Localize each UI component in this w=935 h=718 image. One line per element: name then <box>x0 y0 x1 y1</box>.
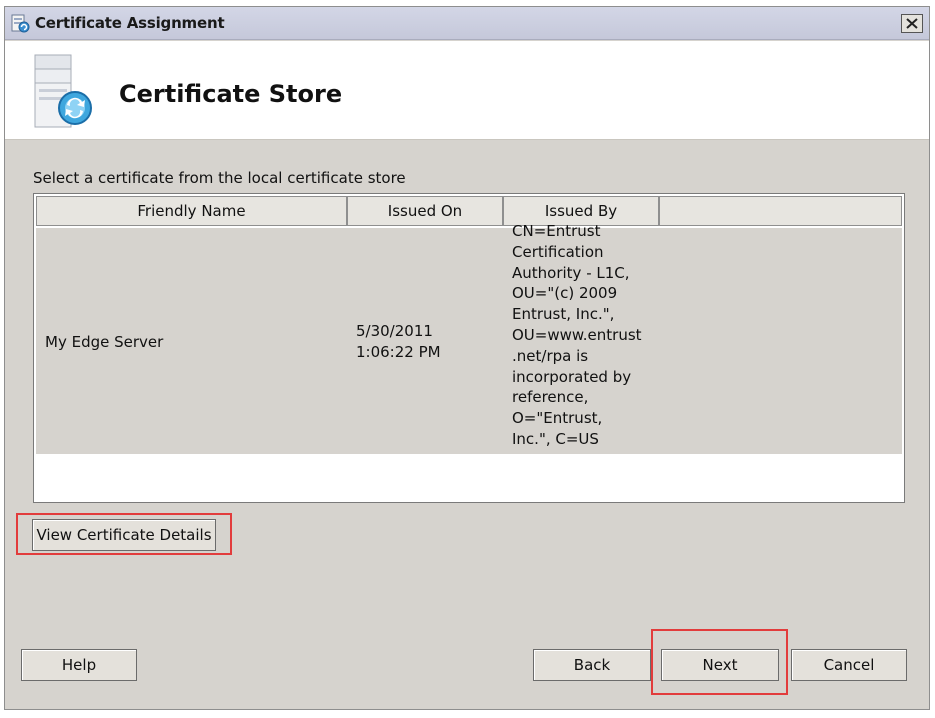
issued-by-line: reference, <box>512 388 589 407</box>
issued-by-line: .net/rpa is <box>512 346 589 365</box>
issued-by-line: incorporated by <box>512 367 632 386</box>
issued-by-line: Inc.", C=US <box>512 429 599 448</box>
issued-on-time: 1:06:22 PM <box>356 342 441 361</box>
issued-by-cell: CN=Entrust Certification Authority - L1C… <box>512 221 642 450</box>
window-title: Certificate Assignment <box>35 14 225 32</box>
issued-on-date: 5/30/2011 <box>356 322 433 340</box>
column-header-empty[interactable] <box>659 196 902 226</box>
back-button[interactable]: Back <box>533 649 651 681</box>
page-title: Certificate Store <box>119 80 343 108</box>
issued-by-line: Certification <box>512 242 604 261</box>
issued-by-line: Authority - L1C, <box>512 263 630 282</box>
certificate-app-icon <box>11 14 30 33</box>
issued-by-line: O="Entrust, <box>512 409 603 428</box>
instruction-text: Select a certificate from the local cert… <box>33 169 406 187</box>
close-button[interactable] <box>901 14 923 33</box>
view-certificate-details-button[interactable]: View Certificate Details <box>32 519 216 551</box>
wizard-header: Certificate Store <box>5 41 929 140</box>
close-icon <box>906 18 918 29</box>
table-row[interactable]: My Edge Server 5/30/2011 1:06:22 PM CN=E… <box>36 222 902 454</box>
cancel-button[interactable]: Cancel <box>791 649 907 681</box>
issued-by-line: CN=Entrust <box>512 222 601 240</box>
issued-on-cell: 5/30/2011 1:06:22 PM <box>356 321 441 363</box>
column-header-friendly-name[interactable]: Friendly Name <box>36 196 347 226</box>
next-button[interactable]: Next <box>661 649 779 681</box>
issued-by-line: OU=www.entrust <box>512 325 642 344</box>
friendly-name-cell: My Edge Server <box>45 333 164 351</box>
certificate-list[interactable]: Friendly Name Issued On Issued By My Edg… <box>33 193 905 503</box>
server-certificate-icon <box>34 54 92 128</box>
issued-by-line: Entrust, Inc.", <box>512 305 615 324</box>
column-header-issued-on[interactable]: Issued On <box>347 196 503 226</box>
certificate-assignment-dialog: Certificate Assignment Certificate Store… <box>4 6 930 710</box>
title-bar[interactable]: Certificate Assignment <box>5 7 929 40</box>
help-button[interactable]: Help <box>21 649 137 681</box>
issued-by-line: OU="(c) 2009 <box>512 284 618 303</box>
